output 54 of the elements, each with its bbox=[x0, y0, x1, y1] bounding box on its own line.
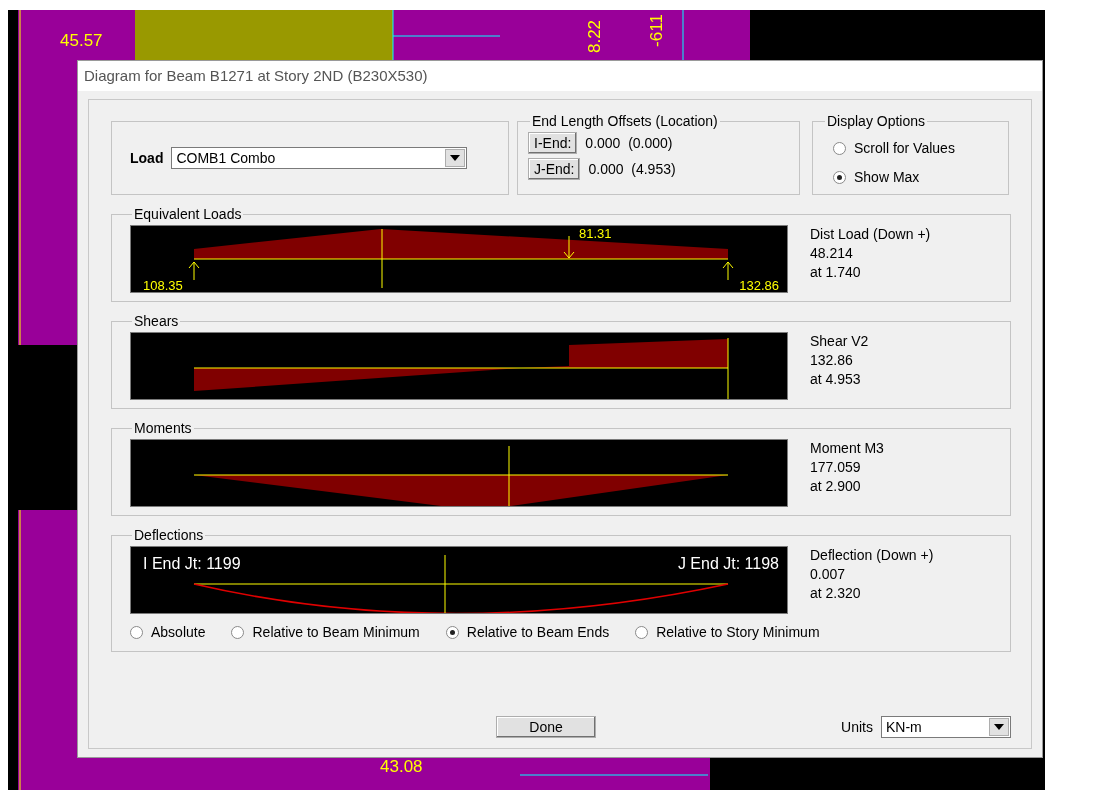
radio-option[interactable]: Absolute bbox=[130, 622, 206, 643]
joint-label: J End Jt: 1198 bbox=[677, 555, 779, 572]
readout-text: at 2.320 bbox=[810, 584, 862, 603]
load-value: 108.35 bbox=[143, 278, 183, 293]
radio-option[interactable]: Show Max bbox=[833, 167, 920, 188]
units-dropdown[interactable]: KN-m bbox=[881, 716, 1011, 738]
group-title: Deflections bbox=[133, 528, 205, 542]
readout-text: 132.86 bbox=[810, 351, 854, 370]
offset-value: 0.000 (0.000) bbox=[585, 133, 673, 153]
readout-text: Shear V2 bbox=[810, 332, 870, 351]
units-label: Units bbox=[841, 717, 873, 737]
radio-button[interactable] bbox=[130, 626, 143, 639]
dimension-label: 43.08 bbox=[380, 758, 423, 775]
window-title: Diagram for Beam B1271 at Story 2ND (B230X530) bbox=[78, 61, 1042, 91]
load-label: Load bbox=[130, 148, 164, 168]
done-button[interactable]: Done bbox=[496, 716, 596, 738]
readout-text: Moment M3 bbox=[810, 439, 885, 458]
end-button[interactable]: J-End: bbox=[528, 158, 581, 180]
dimension-label: -611 bbox=[647, 14, 665, 47]
group-title: Moments bbox=[133, 421, 193, 435]
load-value: 81.31 bbox=[579, 226, 612, 241]
radio-option[interactable]: Relative to Beam Ends bbox=[445, 622, 610, 643]
radio-button[interactable] bbox=[635, 626, 649, 639]
arrow-icon bbox=[188, 261, 200, 281]
readout-text: at 1.740 bbox=[810, 263, 862, 282]
radio-button[interactable] bbox=[231, 626, 245, 639]
arrow-icon bbox=[563, 235, 575, 259]
offset-value: 0.000 (4.953) bbox=[588, 159, 676, 179]
load-dropdown[interactable]: COMB1 Combo bbox=[171, 147, 468, 169]
radio-option[interactable]: Scroll for Values bbox=[833, 138, 955, 159]
group-title: Equivalent Loads bbox=[133, 207, 243, 221]
group-title: Shears bbox=[133, 314, 180, 328]
caret-icon bbox=[450, 155, 461, 161]
radio-option[interactable]: Relative to Story Minimum bbox=[635, 622, 820, 643]
readout-text: 48.214 bbox=[810, 244, 854, 263]
radio-button[interactable] bbox=[833, 142, 846, 155]
readout-text: at 2.900 bbox=[810, 477, 862, 496]
radio-option[interactable]: Relative to Beam Minimum bbox=[231, 622, 420, 643]
load-value: 132.86 bbox=[739, 278, 779, 293]
dimension-label: 45.57 bbox=[60, 32, 103, 49]
readout-text: Dist Load (Down +) bbox=[810, 225, 932, 244]
readout-text: 0.007 bbox=[810, 565, 847, 584]
arrow-icon bbox=[722, 261, 734, 281]
caret-icon bbox=[994, 724, 1004, 730]
joint-label: I End Jt: 1199 bbox=[143, 555, 241, 572]
dimension-label: 8.22 bbox=[586, 19, 604, 54]
radio-button[interactable] bbox=[445, 626, 459, 639]
readout-text: 177.059 bbox=[810, 458, 862, 477]
readout-text: Deflection (Down +) bbox=[810, 546, 935, 565]
readout-text: at 4.953 bbox=[810, 370, 862, 389]
group-title: Display Options bbox=[826, 114, 927, 128]
radio-button[interactable] bbox=[833, 171, 846, 184]
group-title: End Length Offsets (Location) bbox=[531, 114, 719, 128]
end-button[interactable]: I-End: bbox=[528, 132, 578, 154]
